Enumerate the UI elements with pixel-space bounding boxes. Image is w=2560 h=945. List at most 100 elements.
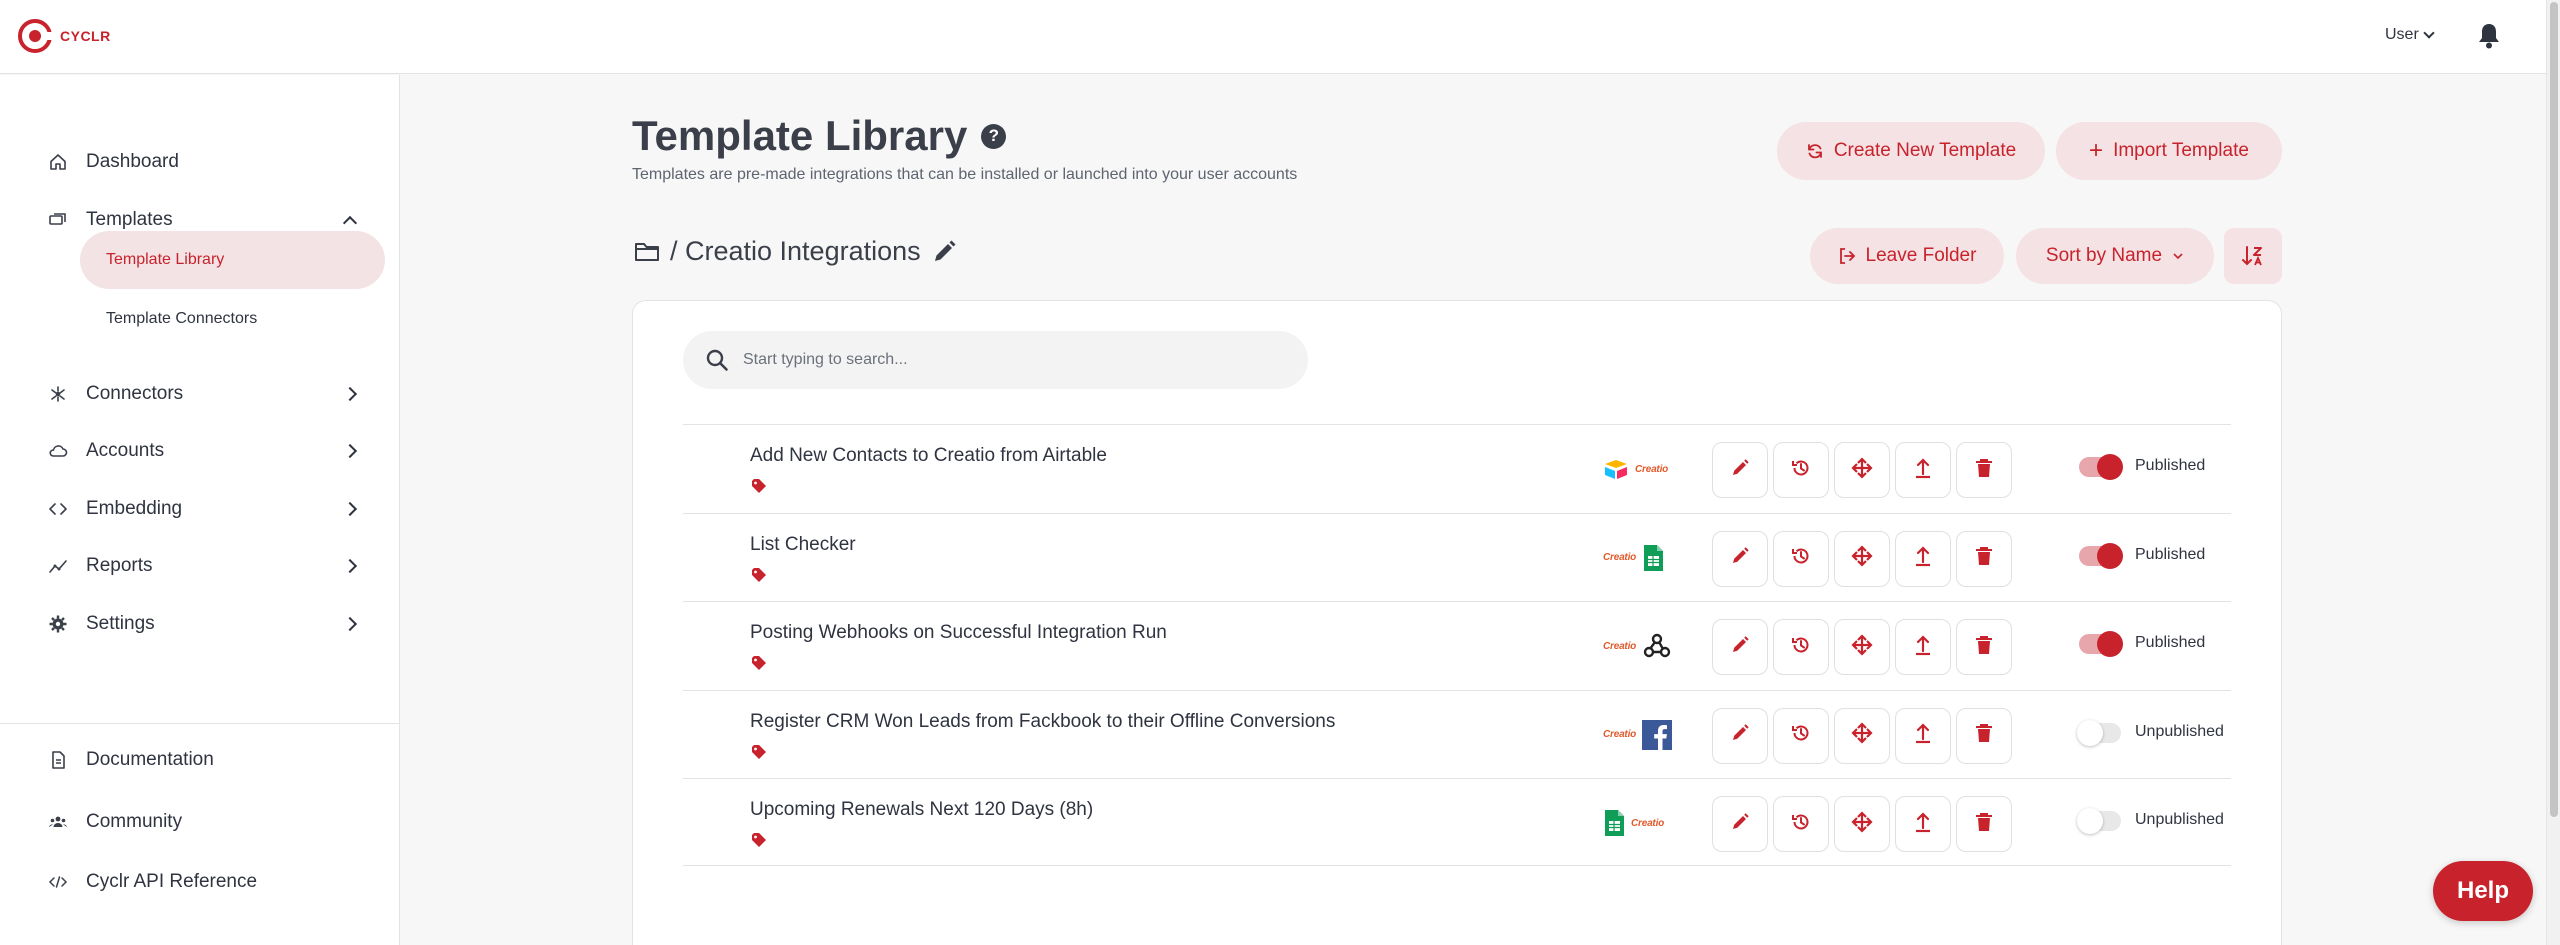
tag-icon[interactable] [751, 567, 767, 582]
google-sheets-logo-icon [1605, 810, 1624, 836]
leave-folder-label: Leave Folder [1865, 245, 1977, 266]
move-template-button[interactable] [1834, 619, 1890, 675]
top-bar: CYCLR User [0, 0, 2546, 74]
tag-icon[interactable] [751, 833, 767, 847]
tag-icon[interactable] [751, 656, 767, 670]
bell-icon[interactable] [2477, 22, 2501, 50]
publish-toggle[interactable] [2077, 719, 2121, 746]
template-row[interactable]: Posting Webhooks on Successful Integrati… [683, 601, 2231, 689]
version-history-button[interactable] [1773, 796, 1829, 852]
sidebar-item-dashboard[interactable]: Dashboard [0, 142, 400, 182]
trash-icon [1975, 635, 1993, 660]
template-title[interactable]: Upcoming Renewals Next 120 Days (8h) [750, 799, 1093, 821]
sidebar-item-accounts[interactable]: Accounts [0, 431, 400, 471]
delete-template-button[interactable] [1956, 442, 2012, 498]
create-new-template-button[interactable]: Create New Template [1777, 122, 2045, 180]
sidebar-item-embedding[interactable]: Embedding [0, 489, 400, 529]
import-template-button[interactable]: + Import Template [2056, 122, 2282, 180]
google-sheets-logo-icon [1644, 544, 1664, 571]
move-template-button[interactable] [1834, 530, 1890, 587]
publish-upload-button[interactable] [1895, 619, 1951, 675]
user-menu[interactable]: User [2385, 26, 2435, 44]
version-history-button[interactable] [1773, 619, 1829, 675]
publish-toggle[interactable] [2079, 631, 2123, 657]
chevron-right-icon [342, 386, 358, 402]
upload-icon [1914, 722, 1932, 749]
page-scrollbar[interactable] [2546, 0, 2560, 945]
version-history-button[interactable] [1773, 707, 1829, 764]
sidebar-item-documentation[interactable]: Documentation [0, 740, 400, 780]
template-row[interactable]: Add New Contacts to Creatio from Airtabl… [683, 424, 2231, 512]
sidebar-subitem-template-connectors[interactable]: Template Connectors [80, 290, 385, 348]
plus-icon: + [2089, 137, 2104, 164]
sidebar-item-community[interactable]: Community [0, 802, 400, 842]
move-template-button[interactable] [1834, 442, 1890, 498]
breadcrumb: / Creatio Integrations [634, 236, 957, 267]
template-title[interactable]: List Checker [750, 534, 856, 556]
publish-upload-button[interactable] [1895, 707, 1951, 764]
delete-template-button[interactable] [1956, 530, 2012, 587]
chevron-right-icon [342, 443, 358, 459]
search-bar[interactable] [683, 331, 1308, 389]
leave-folder-button[interactable]: Leave Folder [1810, 228, 2004, 284]
edit-template-button[interactable] [1712, 530, 1768, 587]
scrollbar-thumb[interactable] [2550, 2, 2558, 817]
sidebar-subitem-template-library[interactable]: Template Library [80, 231, 385, 289]
sidebar-item-label: Dashboard [86, 151, 179, 172]
delete-template-button[interactable] [1956, 619, 2012, 675]
publish-upload-button[interactable] [1895, 796, 1951, 852]
creatio-logo-icon: Creatio [1635, 463, 1669, 475]
document-icon [52, 751, 65, 769]
publish-toggle[interactable] [2079, 542, 2123, 569]
pencil-icon [1730, 723, 1750, 748]
edit-template-button[interactable] [1712, 796, 1768, 852]
version-history-button[interactable] [1773, 442, 1829, 498]
move-template-button[interactable] [1834, 796, 1890, 852]
template-row[interactable]: List Checker Creatio Published [683, 512, 2231, 601]
history-icon [1791, 546, 1811, 571]
upload-icon [1914, 811, 1932, 838]
publish-upload-button[interactable] [1895, 530, 1951, 587]
pencil-icon [1730, 812, 1750, 837]
template-title[interactable]: Posting Webhooks on Successful Integrati… [750, 622, 1167, 644]
template-row[interactable]: Upcoming Renewals Next 120 Days (8h) Crea… [683, 778, 2231, 866]
edit-folder-pencil-icon[interactable] [931, 239, 957, 265]
page-subtitle: Templates are pre-made integrations that… [632, 166, 1298, 183]
creatio-logo-icon: Creatio [1603, 729, 1637, 740]
delete-template-button[interactable] [1956, 796, 2012, 852]
create-new-template-label: Create New Template [1833, 140, 2017, 161]
tag-icon[interactable] [751, 744, 767, 759]
tag-icon[interactable] [751, 479, 767, 493]
history-icon [1791, 812, 1811, 837]
move-icon [1851, 456, 1873, 484]
publish-status-label: Published [2135, 457, 2206, 474]
sidebar-item-reports[interactable]: Reports [0, 546, 400, 586]
cyclr-logo[interactable]: CYCLR [18, 19, 111, 53]
move-template-button[interactable] [1834, 707, 1890, 764]
publish-upload-button[interactable] [1895, 442, 1951, 498]
edit-template-button[interactable] [1712, 442, 1768, 498]
edit-template-button[interactable] [1712, 707, 1768, 764]
help-button[interactable]: Help [2433, 861, 2533, 921]
version-history-button[interactable] [1773, 530, 1829, 587]
move-icon [1851, 722, 1873, 749]
sort-by-name-dropdown[interactable]: Sort by Name [2016, 228, 2214, 284]
sidebar-item-api-reference[interactable]: Cyclr API Reference [0, 862, 400, 902]
webhook-logo-icon [1643, 633, 1671, 658]
sidebar-item-settings[interactable]: Settings [0, 604, 400, 644]
template-title[interactable]: Add New Contacts to Creatio from Airtabl… [750, 445, 1107, 467]
chevron-up-icon [342, 215, 358, 231]
search-input[interactable] [743, 351, 1283, 369]
publish-toggle[interactable] [2077, 808, 2121, 834]
delete-template-button[interactable] [1956, 707, 2012, 764]
edit-template-button[interactable] [1712, 619, 1768, 675]
connector-logos: Creatio [1603, 453, 1673, 485]
template-row[interactable]: Register CRM Won Leads from Fackbook to … [683, 689, 2231, 778]
chevron-down-icon [2173, 253, 2183, 260]
template-title[interactable]: Register CRM Won Leads from Fackbook to … [750, 711, 1335, 733]
sort-order-toggle-button[interactable] [2224, 228, 2282, 284]
publish-toggle[interactable] [2079, 454, 2123, 480]
help-question-icon[interactable]: ? [981, 123, 1007, 149]
sidebar-item-connectors[interactable]: Connectors [0, 374, 400, 414]
connector-logos: Creatio [1603, 807, 1673, 839]
